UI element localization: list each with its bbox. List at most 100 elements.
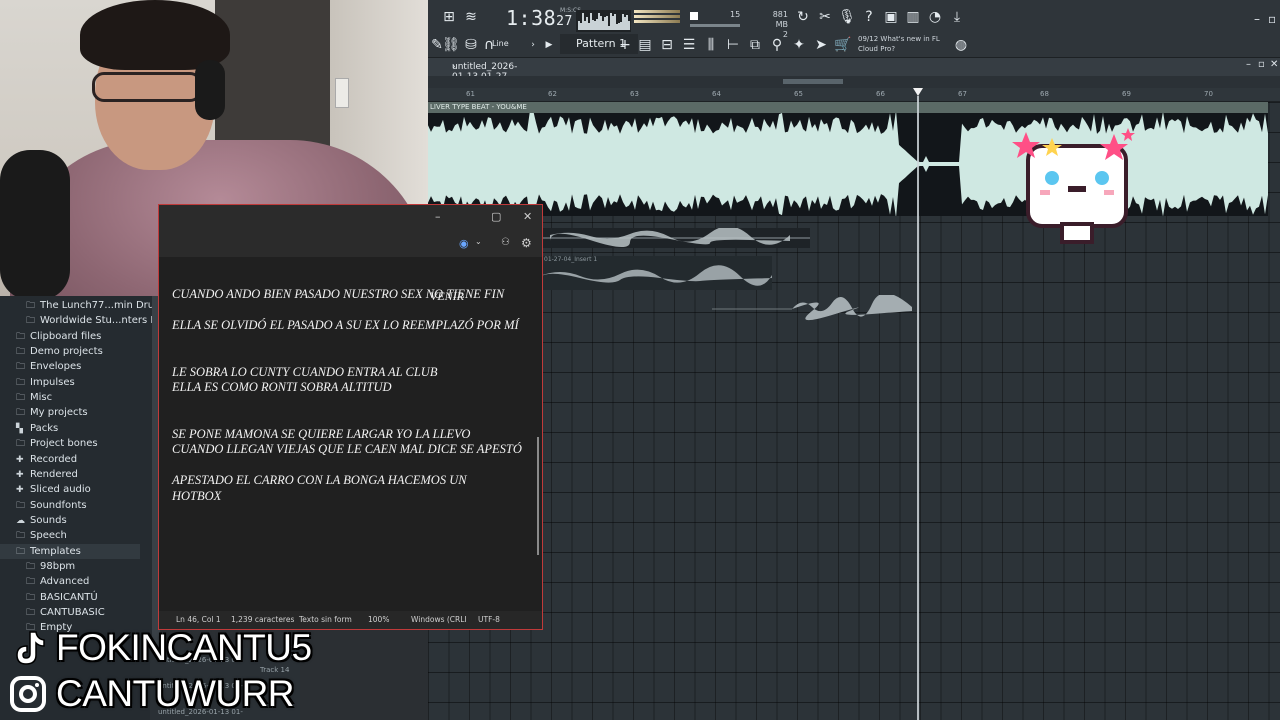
playhead-marker[interactable] xyxy=(913,88,923,96)
cart-icon[interactable]: 🛒 xyxy=(834,36,852,54)
microphone-icon[interactable]: 🎙 xyxy=(838,8,856,26)
folder-icon: 🗀 xyxy=(16,439,26,450)
browser-item[interactable]: 🗀 Project bones xyxy=(16,436,98,451)
browser-item[interactable]: ✚ Rendered xyxy=(16,467,78,482)
browser-item-label: BASICANTÚ xyxy=(40,591,98,603)
browser-item[interactable]: 🗀 Soundfonts xyxy=(16,498,87,513)
tiktok-icon xyxy=(16,631,45,665)
piano-roll-icon[interactable]: ⊟ xyxy=(658,36,676,54)
browser-item[interactable]: 🗀 98bpm xyxy=(26,559,75,574)
notepad-maximize-icon[interactable]: ▢ xyxy=(491,210,501,223)
stamp-icon[interactable]: ⛁ xyxy=(462,36,480,54)
folder-icon: 🗀 xyxy=(16,331,26,342)
browser-item[interactable]: 🗀 Impulses xyxy=(16,375,75,390)
scissors-icon[interactable]: ✂ xyxy=(816,8,834,26)
snap-icon[interactable]: ⊞ xyxy=(440,8,458,26)
browser-item[interactable]: ☁ Sounds xyxy=(16,513,67,528)
help-icon[interactable]: ? xyxy=(860,8,878,26)
status-zoom[interactable]: 100% xyxy=(368,611,389,629)
notepad-minimize-icon[interactable]: – xyxy=(435,210,441,223)
bird-icon[interactable]: ➤ xyxy=(812,36,830,54)
browser-item[interactable]: 🗀 Envelopes xyxy=(16,359,81,374)
playlist-icon[interactable]: ▤ xyxy=(636,36,654,54)
notepad-scrollbar[interactable] xyxy=(537,437,539,555)
clip-3-label: 01-27-04_Insert 1 xyxy=(544,256,598,263)
toolbar-row-main: ⊞ ≋ 1:3827 M:S:CS 15 881 MB 2 ↻ ✂ 🎙 ? ▣ ▥… xyxy=(428,4,1280,39)
chat-icon[interactable]: ◔ xyxy=(926,8,944,26)
playlist-overview-scrollbar[interactable] xyxy=(428,76,1280,88)
browser-item-label: Packs xyxy=(30,422,59,434)
mixer-faders-icon[interactable]: ⫼ xyxy=(702,36,720,54)
news-line-2: Cloud Pro? xyxy=(858,45,896,53)
browser-item[interactable]: 🗀 Speech xyxy=(16,528,67,543)
audio-clip-2[interactable] xyxy=(540,226,810,248)
account-icon[interactable]: ⚇ xyxy=(501,237,510,248)
notepad-line: APESTADO EL CARRO CON LA BONGA HACEMOS U… xyxy=(172,473,467,487)
browser-item-label: Misc xyxy=(30,392,53,404)
settings-icon[interactable]: ⚙ xyxy=(521,236,532,250)
browser-item-label: Recorded xyxy=(30,453,78,465)
master-volume-slider[interactable] xyxy=(690,24,740,27)
tempo-display[interactable] xyxy=(634,10,680,30)
snap-mode-select[interactable]: Line xyxy=(492,34,509,54)
playlist-maximize-icon[interactable]: ▫ xyxy=(1258,59,1265,70)
play-arrow-icon[interactable]: ▶ xyxy=(540,36,558,54)
folder-icon: 🗀 xyxy=(26,561,36,572)
cpu-label: 15 xyxy=(730,10,741,19)
refresh-icon[interactable]: ↻ xyxy=(794,8,812,26)
notepad-close-icon[interactable]: ✕ xyxy=(523,210,532,223)
browser-item-label: Soundfonts xyxy=(30,499,87,511)
globe-icon[interactable]: ◍ xyxy=(952,36,970,54)
oscilloscope-meter xyxy=(576,10,631,32)
browser-item[interactable]: 🗀 BASICANTÚ xyxy=(26,590,98,605)
browser-item[interactable]: 🗀 Misc xyxy=(16,390,52,405)
browser-item-label: Sounds xyxy=(30,514,67,526)
playlist-minimize-icon[interactable]: – xyxy=(1246,59,1251,70)
wand-icon[interactable]: ✦ xyxy=(790,36,808,54)
save-icon[interactable]: ▣ xyxy=(882,8,900,26)
tiktok-overlay: FOKINCANTU5 xyxy=(8,627,312,668)
browser-item[interactable]: 🗀 Clipboard files xyxy=(16,329,101,344)
notepad-line: CUANDO ANDO BIEN PASADO NUESTRO SEX NO T… xyxy=(172,287,505,301)
browser-item[interactable]: ✚ Recorded xyxy=(16,452,77,467)
plus-icon: ✚ xyxy=(16,454,24,465)
link-icon[interactable]: ⛓ xyxy=(442,36,460,54)
news-panel[interactable]: 09/12 What's new in FL Cloud Pro? xyxy=(858,34,940,54)
folder-icon: 🗀 xyxy=(26,301,36,311)
ruler-bar-number: 68 xyxy=(1040,90,1049,98)
browser-item[interactable]: 🗀 CANTUBASIC xyxy=(26,605,105,620)
notepad-text-area[interactable]: CUANDO ANDO BIEN PASADO NUESTRO SEX NO T… xyxy=(172,287,537,504)
copy-icon[interactable]: ⧉ xyxy=(746,36,764,54)
download-icon[interactable]: ⤓ xyxy=(948,8,966,26)
pixel-character-sticker xyxy=(1012,128,1135,244)
main-clip-label[interactable]: LIVER TYPE BEAT - YOU&ME xyxy=(428,102,1268,113)
audio-clip-4[interactable] xyxy=(712,293,912,323)
scroll-thumb[interactable] xyxy=(783,79,843,84)
browser-item[interactable]: 🗀 Demo projects xyxy=(16,344,103,359)
browser-tree-icon[interactable]: ⊢ xyxy=(724,36,742,54)
add-pattern-icon[interactable]: + xyxy=(616,36,634,54)
browser-item[interactable]: ✚ Sliced audio xyxy=(16,482,91,497)
browser-item[interactable]: 🗀 Templates xyxy=(0,543,140,559)
playlist-close-icon[interactable]: ✕ xyxy=(1270,59,1278,70)
timeline-ruler[interactable]: 61 62 63 64 65 66 67 68 69 70 xyxy=(428,88,1280,102)
notepad-titlebar: – ▢ ✕ xyxy=(159,205,542,231)
folder-icon: 🗀 xyxy=(26,577,36,588)
wave-icon[interactable]: ≋ xyxy=(462,8,480,26)
browser-item[interactable]: 🗀 Advanced xyxy=(26,574,89,589)
browser-item-label: Advanced xyxy=(40,576,90,588)
chevron-down-icon[interactable]: ⌄ xyxy=(475,237,482,246)
screen: ⊞ ≋ 1:3827 M:S:CS 15 881 MB 2 ↻ ✂ 🎙 ? ▣ ▥… xyxy=(0,0,1280,720)
maximize-icon[interactable]: ▫ xyxy=(1268,12,1276,26)
plugin-icon[interactable]: ⚲ xyxy=(768,36,786,54)
browser-item[interactable]: 🗀 My projects xyxy=(16,405,88,420)
browser-item[interactable]: ▚ Packs xyxy=(16,421,58,436)
ruler-bar-number: 61 xyxy=(466,90,475,98)
minimize-icon[interactable]: – xyxy=(1254,12,1260,26)
channel-rack-icon[interactable]: ☰ xyxy=(680,36,698,54)
audio-clip-3[interactable]: 01-27-04_Insert 1 xyxy=(540,256,772,290)
master-volume-knob[interactable] xyxy=(690,12,698,20)
copilot-icon[interactable]: ◉ xyxy=(459,237,469,250)
mixer-icon[interactable]: ▥ xyxy=(904,8,922,26)
notepad-line: LE SOBRA LO CUNTY CUANDO ENTRA AL CLUB xyxy=(172,364,438,379)
